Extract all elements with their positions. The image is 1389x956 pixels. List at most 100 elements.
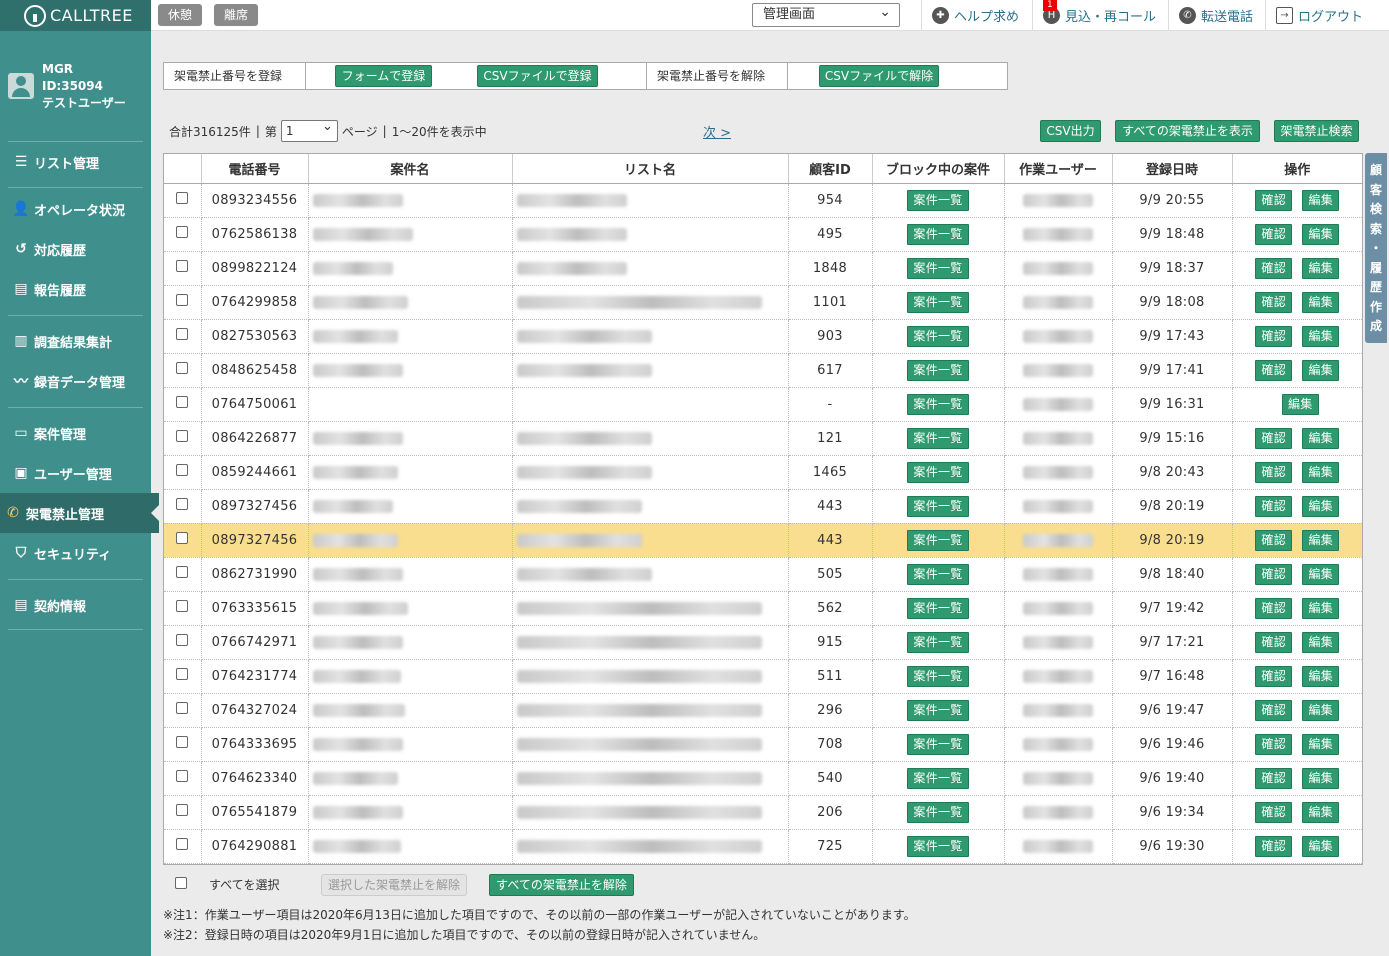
confirm-button[interactable]: 確認 [1255,665,1293,687]
edit-button[interactable]: 編集 [1302,495,1340,517]
case-list-button[interactable]: 案件一覧 [907,665,969,687]
row-checkbox[interactable] [176,804,189,816]
page-select[interactable]: 1 [280,117,338,142]
transfer-link[interactable]: ✆ 転送電話 [1168,0,1263,31]
confirm-button[interactable]: 確認 [1255,257,1293,279]
sidebar-item-call-block[interactable]: ✆ 架電禁止管理 [0,493,159,533]
confirm-button[interactable]: 確認 [1255,631,1293,653]
edit-button[interactable]: 編集 [1302,461,1340,483]
select-all-checkbox[interactable] [175,877,187,889]
sidebar-item-list[interactable]: ☰ リスト管理 [8,141,143,183]
case-list-button[interactable]: 案件一覧 [907,223,969,245]
confirm-button[interactable]: 確認 [1255,529,1293,551]
confirm-button[interactable]: 確認 [1255,223,1293,245]
row-checkbox[interactable] [176,838,189,850]
edit-button[interactable]: 編集 [1302,733,1340,755]
confirm-button[interactable]: 確認 [1255,597,1293,619]
edit-button[interactable]: 編集 [1302,257,1340,279]
row-checkbox[interactable] [176,192,189,204]
confirm-button[interactable]: 確認 [1255,359,1293,381]
sidebar-item-case[interactable]: ▭ 案件管理 [8,413,143,453]
confirm-button[interactable]: 確認 [1255,325,1293,347]
confirm-button[interactable]: 確認 [1255,801,1293,823]
row-checkbox[interactable] [176,464,189,476]
edit-button[interactable]: 編集 [1302,529,1340,551]
case-list-button[interactable]: 案件一覧 [907,189,969,211]
customer-search-tab[interactable]: 顧客検索・履歴作成 [1365,153,1387,343]
row-checkbox[interactable] [176,226,189,238]
confirm-button[interactable]: 確認 [1255,427,1293,449]
confirm-button[interactable]: 確認 [1255,835,1293,857]
row-checkbox[interactable] [176,532,189,544]
edit-button[interactable]: 編集 [1302,835,1340,857]
edit-button[interactable]: 編集 [1302,223,1340,245]
edit-button[interactable]: 編集 [1302,631,1340,653]
case-list-button[interactable]: 案件一覧 [907,427,969,449]
remove-all-button[interactable]: すべての架電禁止を解除 [489,874,634,896]
edit-button[interactable]: 編集 [1302,325,1340,347]
row-checkbox[interactable] [176,736,189,748]
row-checkbox[interactable] [176,600,189,612]
sidebar-item-audio[interactable]: 〰 録音データ管理 [8,361,143,401]
confirm-button[interactable]: 確認 [1255,767,1293,789]
edit-button[interactable]: 編集 [1302,563,1340,585]
screen-select[interactable]: 管理画面 [752,1,900,27]
row-checkbox[interactable] [176,702,189,714]
edit-button[interactable]: 編集 [1281,393,1319,415]
case-list-button[interactable]: 案件一覧 [907,461,969,483]
edit-button[interactable]: 編集 [1302,189,1340,211]
edit-button[interactable]: 編集 [1302,597,1340,619]
case-list-button[interactable]: 案件一覧 [907,393,969,415]
edit-button[interactable]: 編集 [1302,291,1340,313]
row-checkbox[interactable] [176,566,189,578]
confirm-button[interactable]: 確認 [1255,733,1293,755]
case-list-button[interactable]: 案件一覧 [907,767,969,789]
row-checkbox[interactable] [176,634,189,646]
edit-button[interactable]: 編集 [1302,801,1340,823]
case-list-button[interactable]: 案件一覧 [907,325,969,347]
edit-button[interactable]: 編集 [1302,427,1340,449]
row-checkbox[interactable] [176,668,189,680]
sidebar-item-operator[interactable]: 👤 オペレータ状況 [8,189,143,229]
case-list-button[interactable]: 案件一覧 [907,801,969,823]
case-list-button[interactable]: 案件一覧 [907,597,969,619]
sidebar-item-user[interactable]: ▣ ユーザー管理 [8,453,143,493]
case-list-button[interactable]: 案件一覧 [907,529,969,551]
case-list-button[interactable]: 案件一覧 [907,699,969,721]
away-button[interactable]: 離席 [214,4,259,26]
case-list-button[interactable]: 案件一覧 [907,495,969,517]
break-button[interactable]: 休憩 [158,4,203,26]
sidebar-item-contract[interactable]: ▤ 契約情報 [8,585,143,625]
case-list-button[interactable]: 案件一覧 [907,631,969,653]
sidebar-item-history[interactable]: ↺ 対応履歴 [8,229,143,269]
confirm-button[interactable]: 確認 [1255,563,1293,585]
confirm-button[interactable]: 確認 [1255,291,1293,313]
sidebar-item-security[interactable]: ⛉ セキュリティ [8,533,143,573]
case-list-button[interactable]: 案件一覧 [907,291,969,313]
sidebar-item-survey[interactable]: ▥ 調査結果集計 [8,321,143,361]
next-page-link[interactable]: 次 > [703,122,731,141]
case-list-button[interactable]: 案件一覧 [907,563,969,585]
logout-link[interactable]: → ログアウト [1265,0,1373,31]
case-list-button[interactable]: 案件一覧 [907,257,969,279]
csv-output-button[interactable]: CSV出力 [1040,120,1101,142]
case-list-button[interactable]: 案件一覧 [907,733,969,755]
confirm-button[interactable]: 確認 [1255,189,1293,211]
remove-selected-button[interactable]: 選択した架電禁止を解除 [321,874,468,896]
row-checkbox[interactable] [176,362,189,374]
case-list-button[interactable]: 案件一覧 [907,835,969,857]
csv-register-button[interactable]: CSVファイルで登録 [477,65,598,87]
csv-unregister-button[interactable]: CSVファイルで解除 [819,65,939,87]
confirm-button[interactable]: 確認 [1255,461,1293,483]
confirm-button[interactable]: 確認 [1255,699,1293,721]
block-search-button[interactable]: 架電禁止検索 [1274,120,1359,142]
row-checkbox[interactable] [176,294,189,306]
callback-link[interactable]: 1 H 見込・再コール [1032,0,1166,31]
row-checkbox[interactable] [176,770,189,782]
form-register-button[interactable]: フォームで登録 [335,65,432,87]
help-link[interactable]: ✚ ヘルプ求め [921,0,1029,31]
edit-button[interactable]: 編集 [1302,767,1340,789]
confirm-button[interactable]: 確認 [1255,495,1293,517]
row-checkbox[interactable] [176,498,189,510]
edit-button[interactable]: 編集 [1302,699,1340,721]
